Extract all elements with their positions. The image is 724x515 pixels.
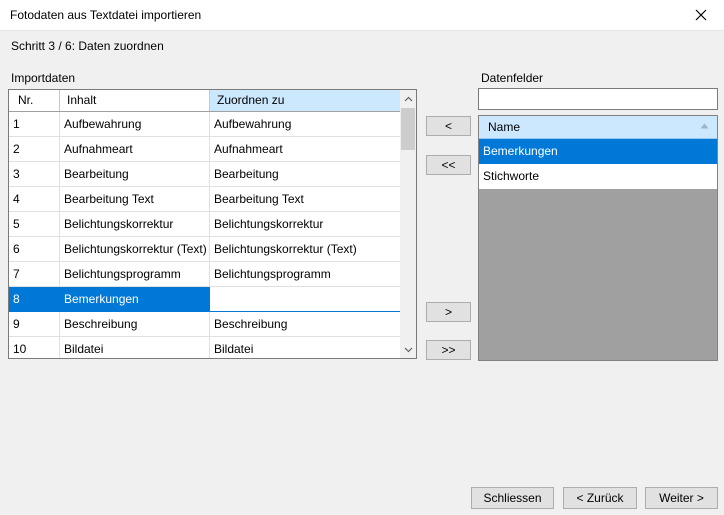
table-row[interactable]: 7 Belichtungsprogramm Belichtungsprogramm xyxy=(9,262,401,287)
column-header-inhalt[interactable]: Inhalt xyxy=(60,90,210,111)
cell-zuordnen xyxy=(210,287,401,311)
cell-inhalt: Aufnahmeart xyxy=(60,137,210,161)
title-bar: Fotodaten aus Textdatei importieren xyxy=(0,0,724,31)
cell-nr: 7 xyxy=(9,262,60,286)
list-item[interactable]: Bemerkungen xyxy=(479,139,717,164)
cell-zuordnen: Beschreibung xyxy=(210,312,401,336)
cell-nr: 2 xyxy=(9,137,60,161)
close-window-button[interactable] xyxy=(678,0,724,30)
sort-ascending-icon xyxy=(700,123,709,129)
cell-nr: 9 xyxy=(9,312,60,336)
cell-zuordnen: Belichtungskorrektur (Text) xyxy=(210,237,401,261)
table-row[interactable]: 3 Bearbeitung Bearbeitung xyxy=(9,162,401,187)
cell-nr: 3 xyxy=(9,162,60,186)
table-row[interactable]: 8 Bemerkungen xyxy=(9,287,401,312)
table-row[interactable]: 9 Beschreibung Beschreibung xyxy=(9,312,401,337)
close-icon xyxy=(695,9,707,21)
remove-all-button[interactable]: >> xyxy=(426,340,471,360)
column-header-name: Name xyxy=(488,120,521,134)
cell-inhalt: Bildatei xyxy=(60,337,210,358)
cell-zuordnen: Bearbeitung Text xyxy=(210,187,401,211)
cell-zuordnen: Bearbeitung xyxy=(210,162,401,186)
assign-button[interactable]: < xyxy=(426,116,471,136)
scroll-thumb[interactable] xyxy=(401,108,415,150)
cell-nr: 5 xyxy=(9,212,60,236)
step-label: Schritt 3 / 6: Daten zuordnen xyxy=(11,39,164,53)
cell-nr: 1 xyxy=(9,112,60,136)
chevron-down-icon xyxy=(404,347,412,352)
scroll-up-button[interactable] xyxy=(400,90,416,107)
table-row[interactable]: 1 Aufbewahrung Aufbewahrung xyxy=(9,112,401,137)
close-button[interactable]: Schliessen xyxy=(471,487,554,509)
assign-all-button[interactable]: << xyxy=(426,155,471,175)
cell-zuordnen: Belichtungsprogramm xyxy=(210,262,401,286)
cell-nr: 8 xyxy=(9,287,60,311)
cell-nr: 10 xyxy=(9,337,60,358)
table-scrollbar[interactable] xyxy=(400,90,416,358)
cell-nr: 6 xyxy=(9,237,60,261)
column-header-zuordnen[interactable]: Zuordnen zu xyxy=(210,90,401,111)
table-header: Nr. Inhalt Zuordnen zu xyxy=(9,90,401,112)
cell-inhalt: Bearbeitung Text xyxy=(60,187,210,211)
list-item[interactable]: Stichworte xyxy=(479,164,717,189)
table-row[interactable]: 4 Bearbeitung Text Bearbeitung Text xyxy=(9,187,401,212)
cell-nr: 4 xyxy=(9,187,60,211)
back-button[interactable]: < Zurück xyxy=(563,487,637,509)
remove-button[interactable]: > xyxy=(426,302,471,322)
chevron-up-icon xyxy=(404,96,412,101)
import-data-table[interactable]: Nr. Inhalt Zuordnen zu 1 Aufbewahrung Aufb… xyxy=(8,89,417,359)
table-row[interactable]: 6 Belichtungskorrektur (Text) Belichtungsk… xyxy=(9,237,401,262)
cell-zuordnen: Belichtungskorrektur xyxy=(210,212,401,236)
window-title: Fotodaten aus Textdatei importieren xyxy=(10,8,202,22)
import-data-label: Importdaten xyxy=(11,71,76,85)
cell-inhalt: Beschreibung xyxy=(60,312,210,336)
scroll-down-button[interactable] xyxy=(400,341,416,358)
data-fields-list[interactable]: Name Bemerkungen Stichworte xyxy=(478,115,718,361)
table-row[interactable]: 2 Aufnahmeart Aufnahmeart xyxy=(9,137,401,162)
cell-zuordnen: Bildatei xyxy=(210,337,401,358)
table-row[interactable]: 5 Belichtungskorrektur Belichtungskorrektu… xyxy=(9,212,401,237)
cell-inhalt: Aufbewahrung xyxy=(60,112,210,136)
list-header[interactable]: Name xyxy=(479,116,717,139)
next-button[interactable]: Weiter > xyxy=(645,487,718,509)
cell-inhalt: Bemerkungen xyxy=(60,287,210,311)
cell-zuordnen: Aufbewahrung xyxy=(210,112,401,136)
cell-inhalt: Belichtungskorrektur (Text) xyxy=(60,237,210,261)
data-fields-label: Datenfelder xyxy=(481,71,544,85)
cell-inhalt: Bearbeitung xyxy=(60,162,210,186)
column-header-nr[interactable]: Nr. xyxy=(9,90,60,111)
cell-inhalt: Belichtungsprogramm xyxy=(60,262,210,286)
table-row[interactable]: 10 Bildatei Bildatei xyxy=(9,337,401,358)
cell-inhalt: Belichtungskorrektur xyxy=(60,212,210,236)
cell-zuordnen: Aufnahmeart xyxy=(210,137,401,161)
data-fields-filter-input[interactable] xyxy=(478,88,718,110)
